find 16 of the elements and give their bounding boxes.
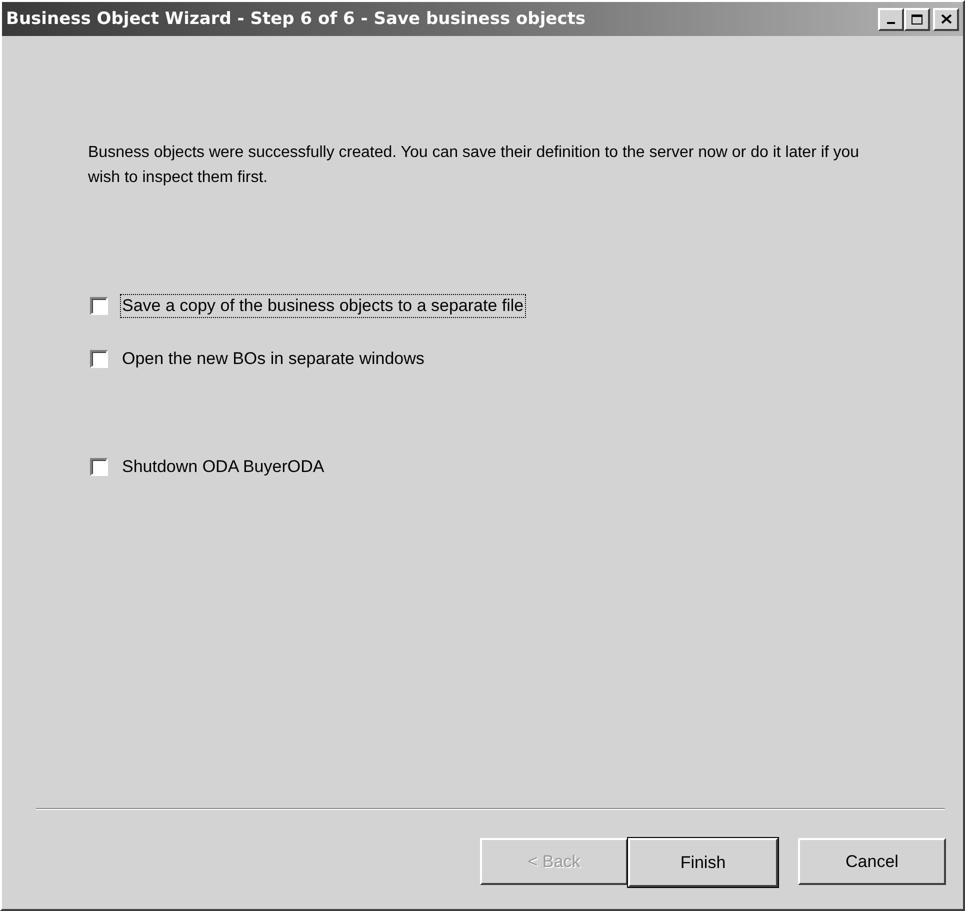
checkbox-label[interactable]: Shutdown ODA BuyerODA: [120, 455, 326, 479]
checkbox-label[interactable]: Save a copy of the business objects to a separate file: [120, 294, 526, 318]
close-button[interactable]: [933, 8, 959, 30]
checkbox[interactable]: [90, 350, 108, 368]
cancel-button[interactable]: Cancel: [798, 838, 946, 885]
window-title: Business Object Wizard - Step 6 of 6 - Save business objects: [6, 9, 586, 29]
maximize-button[interactable]: [904, 8, 930, 30]
checkbox[interactable]: [90, 458, 108, 476]
maximize-icon: [911, 14, 923, 24]
checkbox-label[interactable]: Open the new BOs in separate windows: [120, 347, 426, 371]
close-icon: [940, 14, 952, 24]
minimize-button[interactable]: [878, 8, 904, 30]
finish-button[interactable]: Finish: [628, 838, 778, 887]
checkbox[interactable]: [90, 297, 108, 315]
minimize-icon: [887, 22, 895, 24]
message-text: Busness objects were successfully created. You can save their definition to the server now or do it later if you wish to inspect them first.: [88, 143, 860, 188]
